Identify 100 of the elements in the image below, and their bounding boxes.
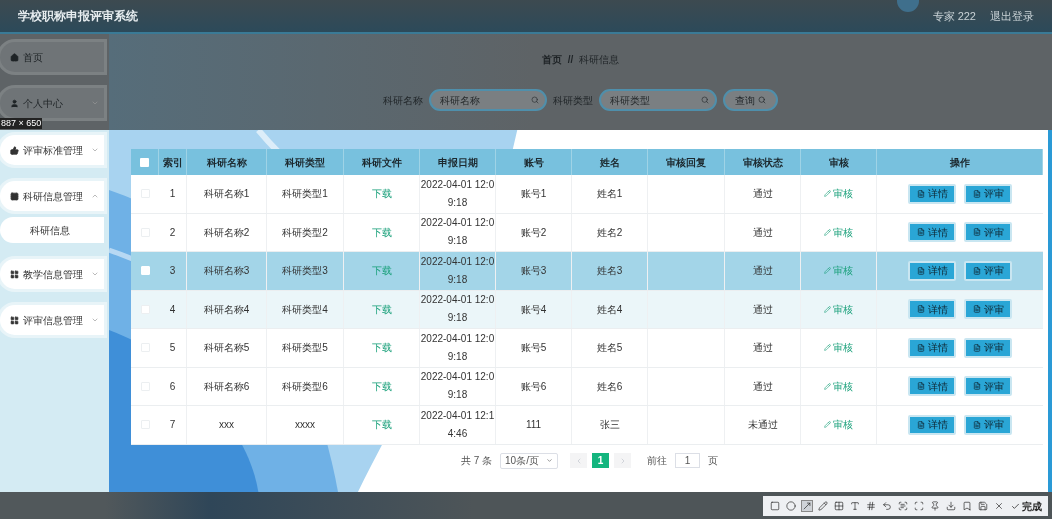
table-cell-text: 未通过 (747, 418, 778, 433)
column-header: 操作 (949, 155, 970, 170)
table-cell-text: 4 (169, 302, 176, 317)
details-button[interactable]: 详情 (908, 337, 956, 358)
details-button[interactable]: 详情 (908, 376, 956, 397)
user-icon (10, 98, 19, 108)
review-link[interactable]: 审核 (824, 378, 853, 394)
evaluate-button[interactable]: 评审 (964, 222, 1012, 243)
arrow-tool-icon[interactable] (801, 500, 813, 512)
column-header: 科研文件 (361, 155, 402, 170)
download-link[interactable]: 下载 (371, 186, 392, 202)
select-all-checkbox[interactable] (140, 157, 149, 167)
table-row[interactable]: 2 科研名称2 科研类型2 下载 2022-04-01 12:09:18 账号2 姓名2 通过 审核 详情 评审 (131, 213, 1043, 252)
sidebar-item[interactable]: 科研信息管理 (0, 181, 104, 211)
circle-tool-icon[interactable] (785, 500, 797, 512)
details-button[interactable]: 详情 (908, 299, 956, 320)
query-button[interactable]: 查询 (723, 89, 778, 111)
review-link[interactable]: 审核 (824, 340, 853, 356)
table-row[interactable]: 7 xxx xxxx 下载 2022-04-01 12:14:46 111 张三 未通过 审核 详情 评审 (131, 406, 1043, 445)
table-cell-text: 账号6 (520, 379, 547, 394)
search-field[interactable]: 科研名称 (429, 89, 547, 111)
table-cell-text: 科研名称1 (203, 187, 250, 202)
check-icon (1011, 501, 1020, 511)
mosaic-tool-icon[interactable] (833, 500, 845, 512)
details-button[interactable]: 详情 (908, 260, 956, 281)
download-link[interactable]: 下载 (371, 340, 392, 356)
search-icon (758, 96, 766, 104)
document-icon (972, 420, 981, 429)
review-link[interactable]: 审核 (824, 301, 853, 317)
details-button[interactable]: 详情 (908, 222, 956, 243)
download-link[interactable]: 下载 (371, 301, 392, 317)
page-input[interactable]: 1 (675, 453, 701, 468)
download-link[interactable]: 下载 (371, 378, 392, 394)
document-icon (916, 228, 925, 237)
goto-label: 前往 (647, 454, 668, 468)
save-icon[interactable] (977, 500, 989, 512)
evaluate-button[interactable]: 评审 (964, 299, 1012, 320)
table-cell-text: 科研名称6 (203, 379, 250, 394)
table-row[interactable]: 3 科研名称3 科研类型3 下载 2022-04-01 12:09:18 账号3 姓名3 通过 审核 详情 评审 (131, 252, 1043, 291)
table-cell-text: 姓名5 (596, 341, 623, 356)
table-row[interactable]: 6 科研名称6 科研类型6 下载 2022-04-01 12:09:18 账号6 姓名6 通过 审核 详情 评审 (131, 367, 1043, 406)
column-header: 科研名称 (206, 155, 247, 170)
table-cell-text: 2022-04-01 12:09:18 (420, 216, 495, 249)
logout-link[interactable]: 退出登录 (990, 7, 1034, 25)
scan-text-icon[interactable] (897, 500, 909, 512)
document-icon (916, 305, 925, 314)
evaluate-button[interactable]: 评审 (964, 414, 1012, 435)
search-label: 科研名称 (383, 93, 423, 108)
chevron-icon (91, 192, 99, 200)
evaluate-button[interactable]: 评审 (964, 183, 1012, 204)
table-row[interactable]: 5 科研名称5 科研类型5 下载 2022-04-01 12:09:18 账号5 姓名5 通过 审核 详情 评审 (131, 329, 1043, 368)
scan-icon[interactable] (913, 500, 925, 512)
table-row[interactable]: 4 科研名称4 科研类型4 下载 2022-04-01 12:09:18 账号4 姓名4 通过 审核 详情 评审 (131, 290, 1043, 329)
sidebar-item[interactable]: 评审信息管理 (0, 305, 104, 335)
review-link[interactable]: 审核 (824, 417, 853, 433)
edit-icon (824, 305, 831, 313)
document-icon (916, 189, 925, 198)
sidebar-item[interactable]: 首页 (0, 42, 104, 72)
table-row[interactable]: 1 科研名称1 科研类型1 下载 2022-04-01 12:09:18 账号1 姓名1 通过 审核 详情 评审 (131, 175, 1043, 214)
pin-icon[interactable] (929, 500, 941, 512)
document-icon (972, 305, 981, 314)
table-cell-text: 科研名称2 (203, 225, 250, 240)
sidebar-item[interactable]: 评审标准管理 (0, 135, 104, 165)
evaluate-button[interactable]: 评审 (964, 260, 1012, 281)
square-tool-icon[interactable] (769, 500, 781, 512)
table-cell-text: xxx (219, 418, 234, 433)
download-icon[interactable] (945, 500, 957, 512)
done-button[interactable]: 完成 (1011, 498, 1042, 514)
size-label: 887 × 650 (0, 118, 43, 129)
details-button[interactable]: 详情 (908, 414, 956, 435)
search-field[interactable]: 科研类型 (599, 89, 717, 111)
evaluate-button[interactable]: 评审 (964, 337, 1012, 358)
table-cell-text: 通过 (752, 264, 773, 279)
review-link[interactable]: 审核 (824, 224, 853, 240)
table-cell-text: 2022-04-01 12:09:18 (420, 331, 495, 364)
number-tool-icon[interactable] (865, 500, 877, 512)
table-cell-text: 账号5 (520, 341, 547, 356)
sidebar-item[interactable]: 教学信息管理 (0, 259, 104, 289)
table-cell-text: 科研类型3 (282, 264, 328, 279)
table-cell-text: 张三 (599, 418, 620, 433)
column-header: 账号 (523, 155, 544, 170)
text-tool-icon[interactable] (849, 500, 861, 512)
review-link[interactable]: 审核 (824, 186, 853, 202)
evaluate-button[interactable]: 评审 (964, 376, 1012, 397)
edit-icon (824, 228, 831, 236)
details-button[interactable]: 详情 (908, 183, 956, 204)
download-link[interactable]: 下载 (371, 417, 392, 433)
sidebar-subitem[interactable]: 科研信息 (0, 217, 104, 243)
undo-icon[interactable] (881, 500, 893, 512)
pencil-tool-icon[interactable] (817, 500, 829, 512)
table-cell-text: 科研名称4 (203, 302, 250, 317)
grid-icon (10, 269, 19, 279)
column-header: 审核状态 (742, 155, 783, 170)
close-icon[interactable] (993, 500, 1005, 512)
download-link[interactable]: 下载 (371, 224, 392, 240)
table-cell-text: 科研名称3 (203, 264, 250, 279)
search-icon (531, 96, 539, 104)
bookmark-icon[interactable] (961, 500, 973, 512)
sidebar-item[interactable]: 个人中心 (0, 88, 104, 118)
table-cell-text: 2022-04-01 12:09:18 (420, 293, 495, 326)
